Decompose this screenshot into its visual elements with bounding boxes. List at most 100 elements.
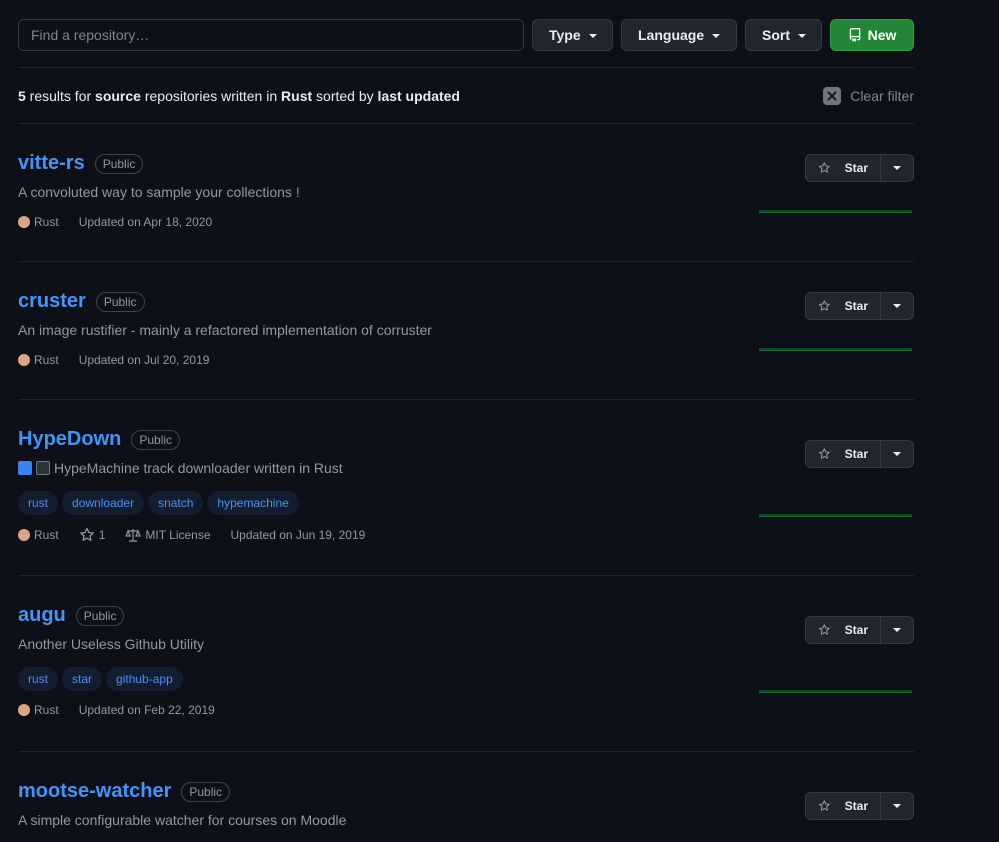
updated-time: Updated on Jul 20, 2019 — [78, 353, 210, 367]
stargazers-count: 1 — [98, 528, 106, 542]
repository-name-link[interactable]: augu — [18, 604, 66, 627]
repository-list-page: Type Language Sort New 5 results for sou… — [18, 0, 914, 842]
star-icon — [818, 800, 830, 811]
sort-filter-label: Sort — [762, 27, 790, 43]
chevron-down-icon — [798, 34, 806, 38]
activity-sparkline — [759, 348, 912, 351]
star-button[interactable]: Star — [805, 292, 881, 320]
summary-text: results for — [25, 87, 96, 104]
topic-tag[interactable]: snatch — [148, 491, 204, 515]
activity-sparkline — [759, 690, 912, 693]
topic-tag[interactable]: rust — [18, 491, 59, 515]
language-color-dot — [18, 704, 30, 716]
topic-tag[interactable]: hypemachine — [207, 491, 299, 515]
activity-sparkline — [759, 210, 912, 213]
activity-sparkline — [759, 514, 912, 517]
star-icon — [79, 527, 94, 541]
description-text: HypeMachine track downloader written in … — [54, 460, 343, 476]
language-label: Rust — [34, 215, 59, 229]
language-indicator: Rust — [18, 703, 59, 717]
repository-name-link[interactable]: HypeDown — [18, 428, 121, 451]
summary-sort: last updated — [377, 87, 460, 104]
language-label: Rust — [34, 703, 59, 717]
star-button-group: Star — [805, 292, 914, 320]
language-label: Rust — [34, 528, 59, 542]
star-button[interactable]: Star — [805, 154, 881, 182]
clear-filter-button[interactable]: Clear filter — [823, 86, 914, 105]
star-button[interactable]: Star — [805, 792, 881, 820]
star-icon — [818, 300, 830, 311]
license-label: MIT License — [145, 528, 211, 542]
stargazers-link[interactable]: 1 — [79, 527, 106, 543]
star-button-group: Star — [805, 154, 914, 182]
summary-text: repositories written in — [140, 87, 282, 104]
language-indicator: Rust — [18, 353, 59, 367]
results-summary: 5 results for source repositories writte… — [18, 88, 460, 104]
repository-item: vitte-rs Public A convoluted way to samp… — [18, 124, 914, 262]
download-arrow-icon — [18, 461, 32, 475]
repository-description: An image rustifier - mainly a refactored… — [18, 322, 432, 338]
chevron-down-icon — [893, 166, 901, 170]
topic-list: rust star github-app — [18, 667, 235, 691]
repository-item: HypeDown Public HypeMachine track downlo… — [18, 400, 914, 576]
repository-item: cruster Public An image rustifier - main… — [18, 262, 914, 400]
star-icon — [818, 448, 830, 459]
updated-time: Updated on Feb 22, 2019 — [78, 703, 215, 717]
topic-tag[interactable]: rust — [18, 667, 59, 691]
updated-time: Updated on Apr 18, 2020 — [78, 215, 213, 229]
star-list-dropdown[interactable] — [881, 292, 914, 320]
visibility-badge: Public — [181, 781, 231, 802]
star-list-dropdown[interactable] — [881, 440, 914, 468]
law-scale-icon — [125, 529, 142, 542]
repository-name-link[interactable]: vitte-rs — [18, 152, 85, 175]
star-button-group: Star — [805, 792, 914, 820]
repository-item: mootse-watcher Public A simple configura… — [18, 752, 914, 842]
search-input[interactable] — [18, 19, 524, 51]
star-list-dropdown[interactable] — [881, 154, 914, 182]
star-button[interactable]: Star — [805, 616, 881, 644]
language-label: Rust — [34, 353, 59, 367]
results-summary-row: 5 results for source repositories writte… — [18, 68, 914, 123]
repository-name-link[interactable]: mootse-watcher — [18, 780, 171, 803]
repository-item: augu Public Another Useless Github Utili… — [18, 576, 914, 752]
sort-filter-button[interactable]: Sort — [745, 19, 822, 51]
star-button[interactable]: Star — [805, 440, 881, 468]
results-count: 5 — [18, 87, 26, 104]
visibility-badge: Public — [75, 605, 125, 626]
repository-description: A convoluted way to sample your collecti… — [18, 184, 300, 200]
language-indicator: Rust — [18, 215, 59, 229]
topic-tag[interactable]: github-app — [106, 667, 183, 691]
star-list-dropdown[interactable] — [881, 792, 914, 820]
repository-name-link[interactable]: cruster — [18, 290, 86, 313]
visibility-badge: Public — [94, 153, 144, 174]
star-icon — [818, 162, 830, 173]
star-button-group: Star — [805, 440, 914, 468]
chevron-down-icon — [893, 628, 901, 632]
repository-description: HypeMachine track downloader written in … — [18, 460, 385, 476]
visibility-badge: Public — [131, 429, 181, 450]
star-label: Star — [844, 447, 868, 461]
chevron-down-icon — [893, 304, 901, 308]
topic-tag[interactable]: star — [62, 667, 103, 691]
language-color-dot — [18, 529, 30, 541]
filter-bar: Type Language Sort New — [18, 19, 914, 51]
type-filter-label: Type — [549, 27, 581, 43]
chevron-down-icon — [588, 34, 597, 38]
star-icon — [818, 624, 830, 635]
topic-tag[interactable]: downloader — [62, 491, 145, 515]
language-filter-button[interactable]: Language — [621, 19, 737, 51]
language-color-dot — [18, 216, 30, 228]
type-filter-button[interactable]: Type — [532, 19, 613, 51]
clear-filter-label: Clear filter — [850, 87, 914, 104]
chevron-down-icon — [893, 804, 901, 808]
summary-text: sorted by — [312, 87, 378, 104]
new-repository-button[interactable]: New — [830, 19, 914, 51]
star-label: Star — [844, 623, 868, 637]
chevron-down-icon — [893, 452, 901, 456]
new-repository-label: New — [867, 27, 897, 43]
star-list-dropdown[interactable] — [881, 616, 914, 644]
repository-description: Another Useless Github Utility — [18, 636, 204, 652]
star-label: Star — [844, 299, 868, 313]
chevron-down-icon — [712, 34, 721, 38]
language-indicator: Rust — [18, 528, 59, 542]
